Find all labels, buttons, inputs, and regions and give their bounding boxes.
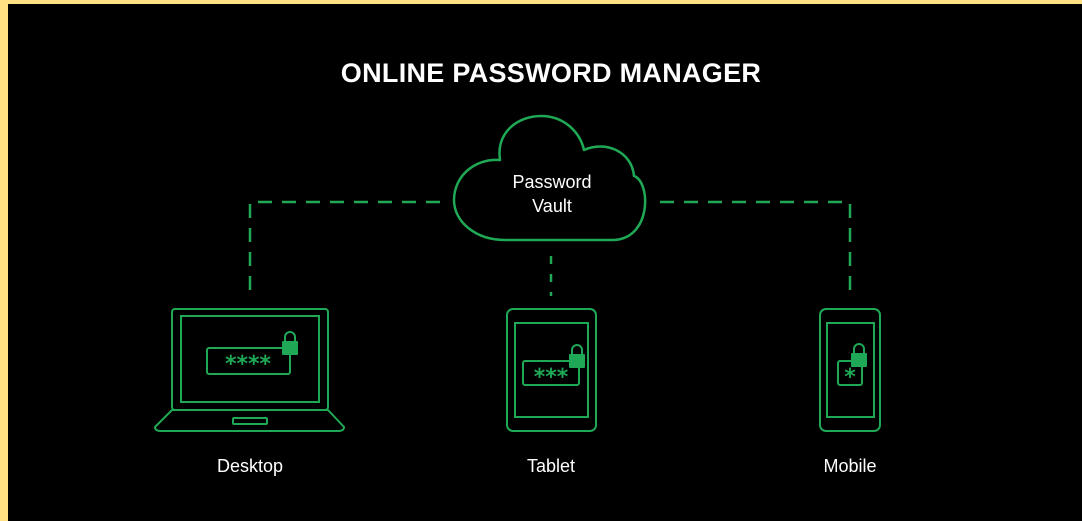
mobile-label: Mobile [823,456,877,476]
lock-icon [851,343,867,367]
vault-label-line2: Vault [532,196,572,216]
lock-icon [282,331,298,355]
mobile-password-mask: * [844,365,856,390]
desktop-password-mask: **** [225,352,272,377]
connector-mobile [660,200,852,292]
desktop-label: Desktop [216,456,284,476]
vault-label-line1: Password [512,172,592,192]
vault-label: Password Vault [490,170,614,218]
lock-icon [569,344,585,368]
tablet-label: Tablet [526,456,576,476]
diagram-canvas: **** *** * [153,114,881,432]
connector-desktop [248,200,440,292]
tablet-password-mask: *** [534,365,569,390]
desktop-password-field: **** [206,347,291,377]
